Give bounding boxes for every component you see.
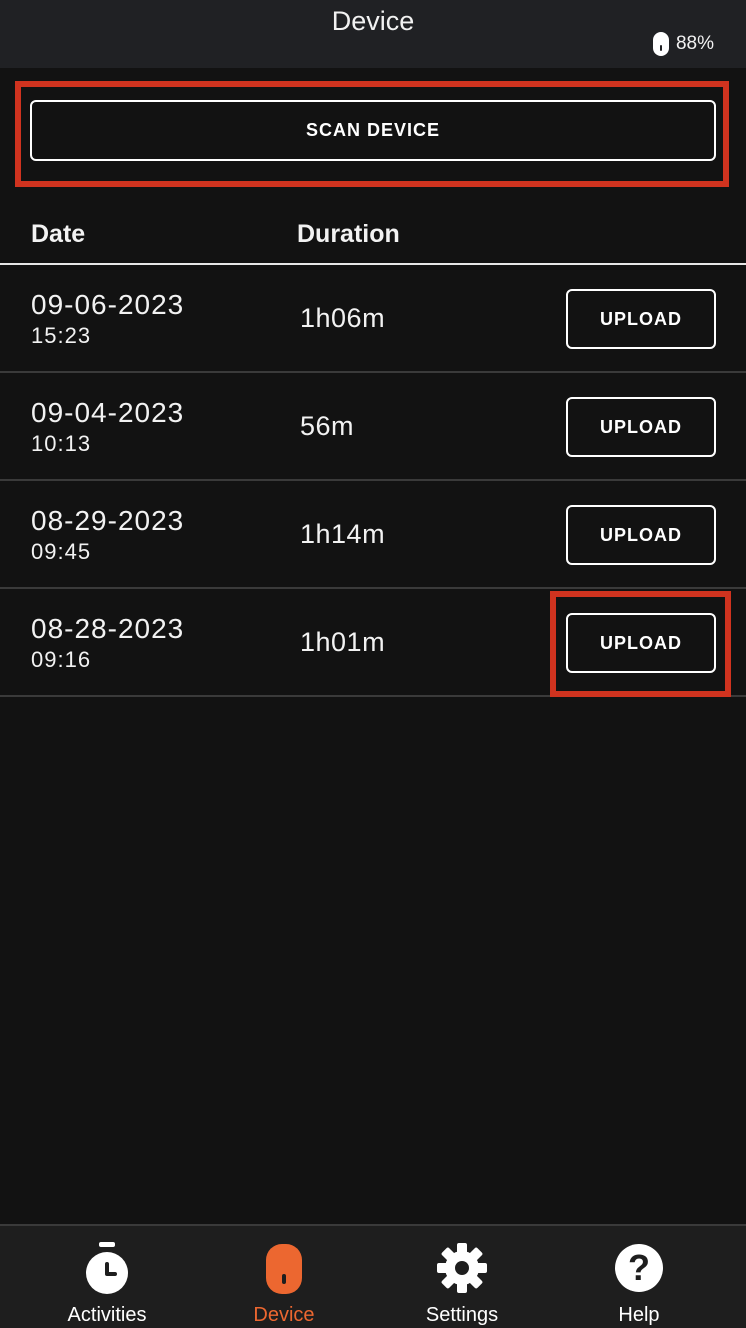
- table-row: 09-06-2023 15:23 1h06m UPLOAD: [0, 265, 746, 373]
- row-date: 08-29-2023: [31, 505, 185, 536]
- battery-percent: 88%: [675, 33, 714, 54]
- tab-label: Activities: [67, 1304, 147, 1326]
- tab-label: Help: [618, 1304, 660, 1326]
- row-time: 09:45: [31, 539, 92, 564]
- column-header-date: Date: [31, 220, 86, 248]
- device-screen: Device 88% SCAN DEVICE Date Duration 09-…: [0, 0, 746, 1328]
- row-time: 15:23: [31, 323, 92, 348]
- scan-device-button[interactable]: SCAN DEVICE: [30, 100, 716, 161]
- table-header: Date Duration: [0, 208, 746, 265]
- row-duration: 1h06m: [300, 303, 386, 333]
- upload-button[interactable]: UPLOAD: [566, 289, 716, 349]
- upload-button[interactable]: UPLOAD: [566, 397, 716, 457]
- tab-settings[interactable]: Settings: [369, 1226, 555, 1328]
- row-date: 09-04-2023: [31, 397, 185, 428]
- tab-label: Settings: [425, 1304, 499, 1326]
- row-duration: 1h14m: [300, 519, 386, 549]
- row-duration: 1h01m: [300, 627, 386, 657]
- table-row: 09-04-2023 10:13 56m UPLOAD: [0, 373, 746, 481]
- column-header-duration: Duration: [297, 220, 400, 248]
- tab-device[interactable]: Device: [191, 1226, 377, 1328]
- tab-help[interactable]: ? Help: [546, 1226, 732, 1328]
- row-duration: 56m: [300, 411, 355, 441]
- row-date: 09-06-2023: [31, 289, 185, 320]
- stopwatch-icon: [81, 1242, 133, 1294]
- row-time: 10:13: [31, 431, 92, 456]
- help-icon: ?: [613, 1242, 665, 1294]
- page-title: Device: [331, 5, 415, 36]
- row-date: 08-28-2023: [31, 613, 185, 644]
- device-icon: [258, 1242, 310, 1294]
- upload-button[interactable]: UPLOAD: [566, 613, 716, 673]
- table-row: 08-29-2023 09:45 1h14m UPLOAD: [0, 481, 746, 589]
- battery-icon: [652, 32, 669, 56]
- gear-icon: [436, 1242, 488, 1294]
- upload-button[interactable]: UPLOAD: [566, 505, 716, 565]
- row-time: 09:16: [31, 647, 92, 672]
- tab-activities[interactable]: Activities: [14, 1226, 200, 1328]
- tab-label: Device: [253, 1304, 315, 1326]
- table-row: 08-28-2023 09:16 1h01m UPLOAD: [0, 589, 746, 697]
- battery-status: 88%: [652, 30, 714, 58]
- tab-bar: Activities Device Settings ? Help: [0, 1224, 746, 1328]
- header-bar: Device 88%: [0, 0, 746, 68]
